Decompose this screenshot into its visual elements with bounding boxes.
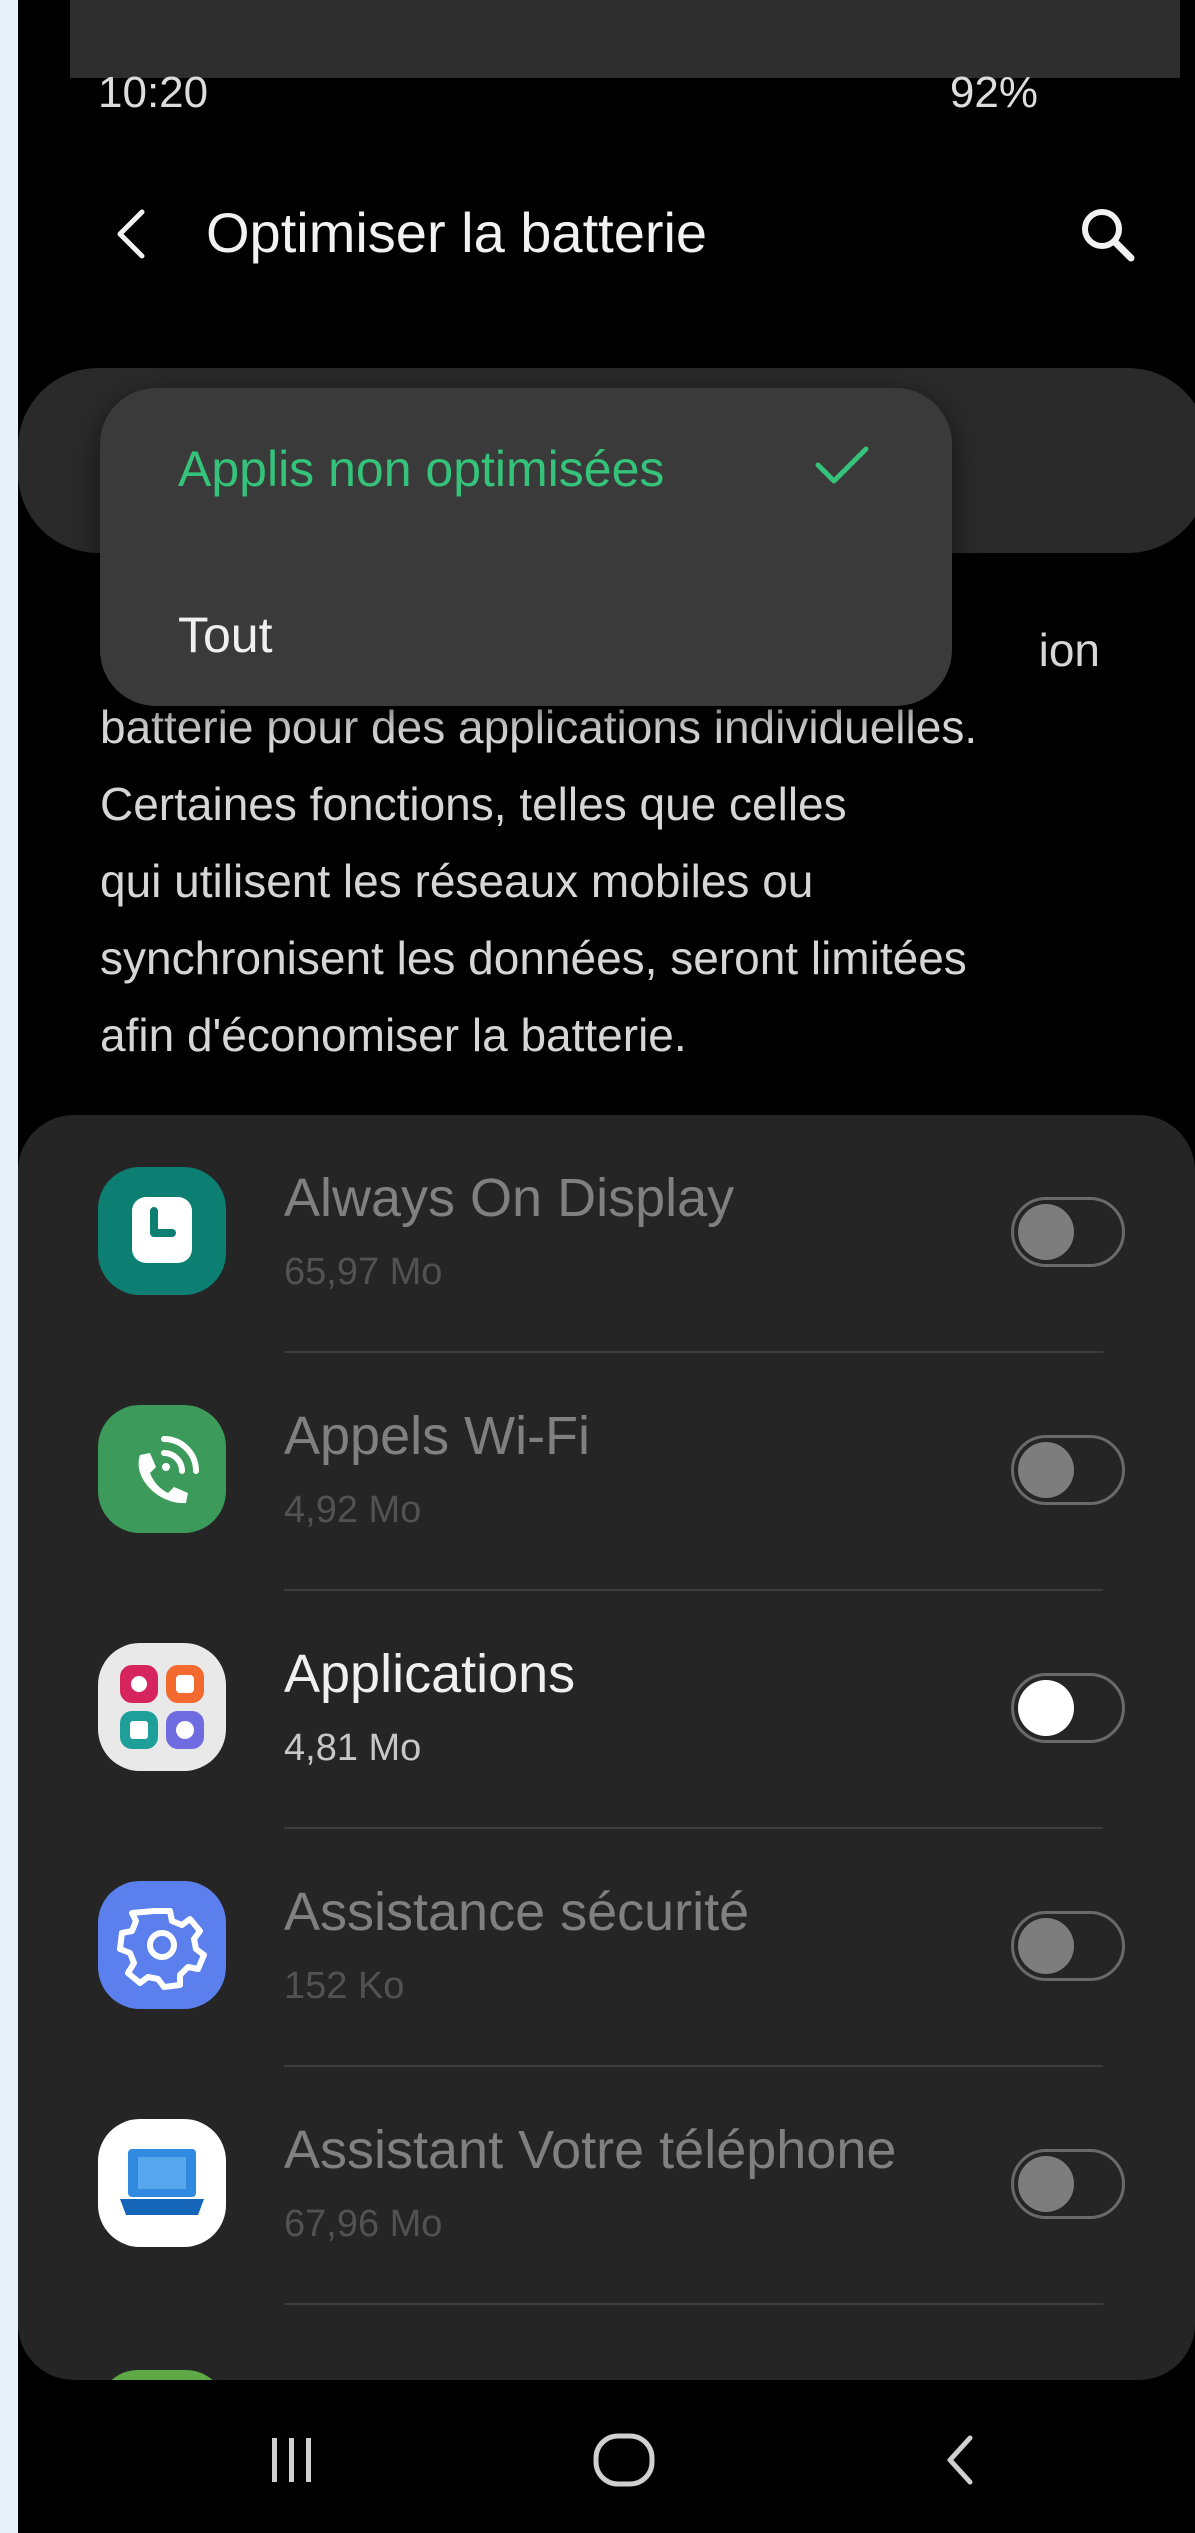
app-size: 65,97 Mo <box>284 1251 443 1293</box>
app-list: Always On Display 65,97 Mo Appels Wi-Fi … <box>18 1115 1195 2380</box>
app-name: Always On Display <box>284 1168 735 1228</box>
description-line: qui utilisent les réseaux mobiles ou <box>100 855 814 907</box>
app-size: 4,81 Mo <box>284 1727 422 1769</box>
wifi-call-icon <box>98 1405 226 1533</box>
app-bar: Optimiser la batterie <box>18 180 1195 300</box>
app-size: 152 Ko <box>284 1965 405 2007</box>
dropdown-option-non-optimized[interactable]: Applis non optimisées <box>178 440 664 498</box>
recent-apps-icon[interactable] <box>262 2430 322 2495</box>
status-time: 10:20 <box>98 68 209 117</box>
toggle-knob <box>1018 1442 1074 1498</box>
description-line: Certaines fonctions, telles que celles <box>100 778 847 830</box>
partial-app-icon <box>98 2370 226 2380</box>
optimization-toggle[interactable] <box>1011 1197 1125 1267</box>
list-item[interactable]: Assistant Votre téléphone 67,96 Mo <box>18 2067 1195 2305</box>
checkmark-icon <box>812 443 872 492</box>
app-name: Assistance sécurité <box>284 1882 750 1942</box>
app-size: 4,92 Mo <box>284 1489 422 1531</box>
list-item[interactable]: Appels Wi-Fi 4,92 Mo <box>18 1353 1195 1591</box>
divider <box>284 2303 1103 2305</box>
list-item[interactable]: Applications 4,81 Mo <box>18 1591 1195 1829</box>
phone-screen: 10:20 92% Optimiser la batterie ion batt… <box>18 0 1195 2533</box>
list-item[interactable]: Always On Display 65,97 Mo <box>18 1115 1195 1353</box>
status-bar: 10:20 92% <box>98 68 1038 124</box>
filter-dropdown-menu: Applis non optimisées Tout <box>100 388 952 706</box>
description-line: synchronisent les données, seront limité… <box>100 932 967 984</box>
back-nav-icon[interactable] <box>936 2430 986 2495</box>
home-icon[interactable] <box>588 2430 660 2495</box>
list-item[interactable]: Assistance sécurité 152 Ko <box>18 1829 1195 2067</box>
back-arrow-icon[interactable] <box>108 202 156 271</box>
laptop-icon <box>98 2119 226 2247</box>
description-line: afin d'économiser la batterie. <box>100 1009 687 1061</box>
optimization-toggle[interactable] <box>1011 1911 1125 1981</box>
optimization-toggle[interactable] <box>1011 2149 1125 2219</box>
dropdown-option-all[interactable]: Tout <box>178 606 273 664</box>
app-name: Assistant Votre téléphone <box>284 2120 897 2180</box>
toggle-knob <box>1018 1918 1074 1974</box>
optimization-toggle[interactable] <box>1011 1435 1125 1505</box>
screenshot-overlay-bar <box>70 0 1180 78</box>
toggle-knob <box>1018 1680 1074 1736</box>
toggle-knob <box>1018 2156 1074 2212</box>
app-name: Appels Wi-Fi <box>284 1406 591 1466</box>
status-battery: 92% <box>949 68 1038 117</box>
apps-folder-icon <box>98 1643 226 1771</box>
app-name: Applications <box>284 1644 576 1704</box>
app-size: 67,96 Mo <box>284 2203 443 2245</box>
optimization-toggle[interactable] <box>1011 1673 1125 1743</box>
navigation-bar <box>18 2390 1195 2533</box>
toggle-knob <box>1018 1204 1074 1260</box>
search-icon[interactable] <box>1075 202 1139 271</box>
clock-icon <box>98 1167 226 1295</box>
gear-icon <box>98 1881 226 2009</box>
page-title: Optimiser la batterie <box>206 201 708 264</box>
